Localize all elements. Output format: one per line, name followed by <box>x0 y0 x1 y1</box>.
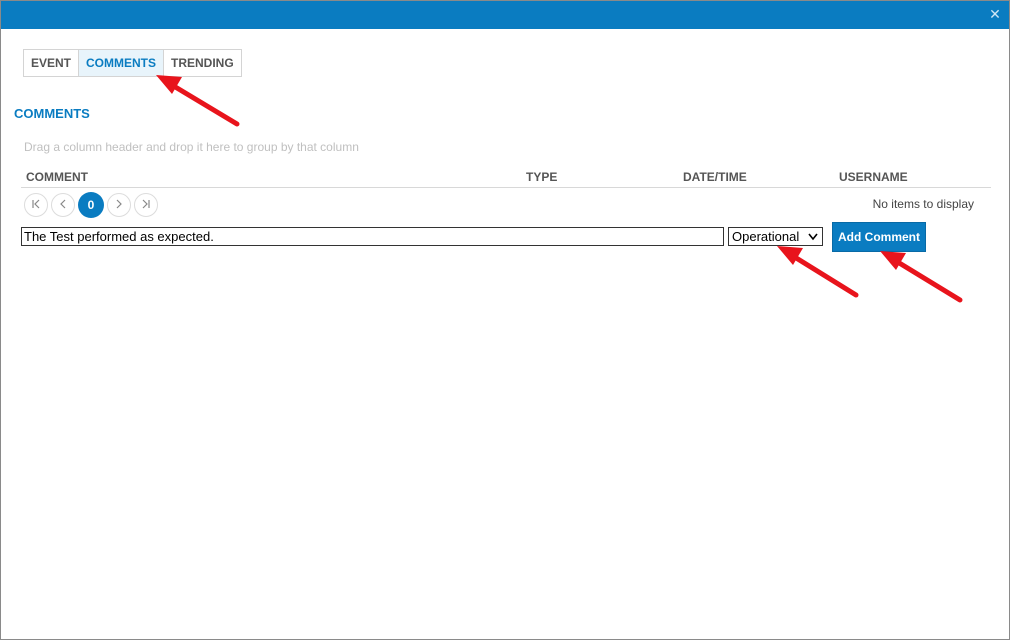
dialog-titlebar: ✕ <box>1 1 1009 29</box>
previous-page-icon[interactable] <box>51 193 75 217</box>
add-comment-button[interactable]: Add Comment <box>832 222 926 252</box>
tab-trending[interactable]: TRENDING <box>164 50 241 76</box>
chevron-down-icon <box>808 233 818 241</box>
next-page-icon[interactable] <box>107 193 131 217</box>
column-header-comment[interactable]: COMMENT <box>26 170 88 184</box>
first-page-icon[interactable] <box>24 193 48 217</box>
tab-strip: EVENT COMMENTS TRENDING <box>23 49 242 77</box>
tab-comments[interactable]: COMMENTS <box>79 50 165 76</box>
comments-dialog: ✕ EVENT COMMENTS TRENDING COMMENTS Drag … <box>0 0 1010 640</box>
tab-event[interactable]: EVENT <box>24 50 80 76</box>
column-header-datetime[interactable]: DATE/TIME <box>683 170 747 184</box>
pager: 0 <box>24 192 158 218</box>
close-icon[interactable]: ✕ <box>987 6 1003 22</box>
column-header-type[interactable]: TYPE <box>526 170 557 184</box>
last-page-icon[interactable] <box>134 193 158 217</box>
comment-type-selected: Operational <box>732 229 800 244</box>
section-title: COMMENTS <box>14 106 90 121</box>
column-header-username[interactable]: USERNAME <box>839 170 908 184</box>
empty-message: No items to display <box>872 197 974 211</box>
group-drop-area[interactable]: Drag a column header and drop it here to… <box>24 140 359 154</box>
comment-input[interactable]: The Test performed as expected. <box>21 227 724 246</box>
current-page-button[interactable]: 0 <box>78 192 104 218</box>
comment-type-select[interactable]: Operational <box>728 227 823 246</box>
grid-header: COMMENT TYPE DATE/TIME USERNAME <box>21 165 991 188</box>
